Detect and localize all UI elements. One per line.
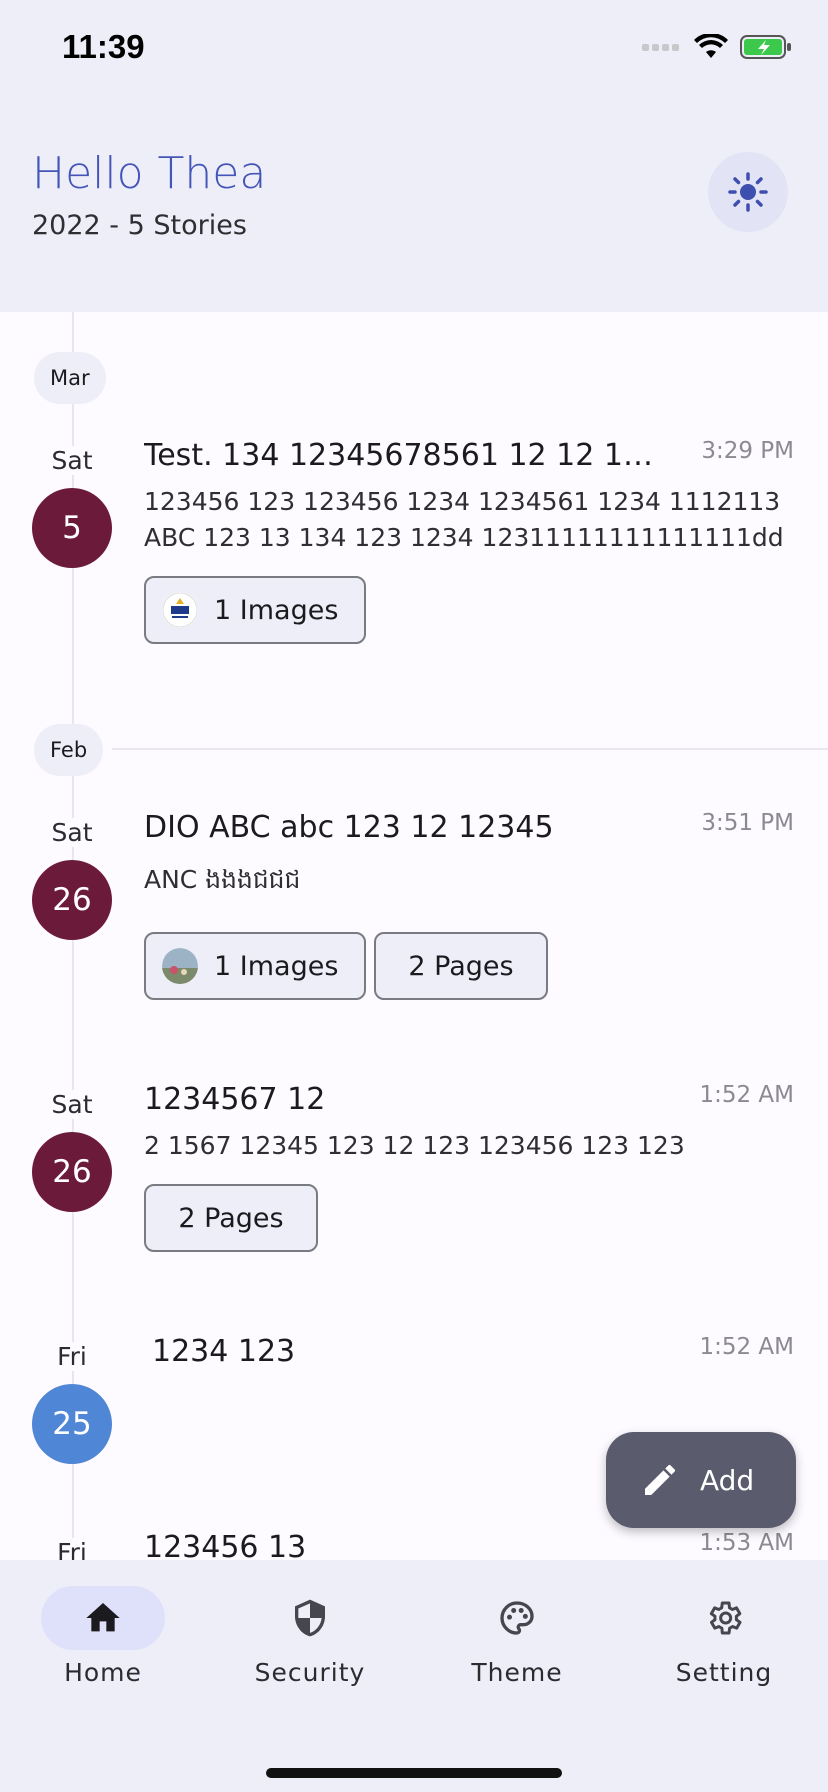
image-thumbnail — [162, 592, 198, 628]
nav-label-security: Security — [254, 1658, 366, 1687]
story-time: 3:29 PM — [701, 438, 794, 464]
month-label-feb: Feb — [34, 724, 104, 776]
story-body: 123456 123 123456 1234 1234561 1234 1112… — [144, 487, 784, 552]
greeting-title: Hello Thea — [32, 148, 267, 199]
shield-icon — [295, 1599, 325, 1637]
status-bar: 11:39 — [0, 0, 828, 100]
nav-label-theme: Theme — [471, 1658, 563, 1687]
pages-chip[interactable]: 2 Pages — [144, 1184, 318, 1252]
story-body: 2 1567 12345 123 12 123 123456 123 123 — [144, 1131, 685, 1160]
story-day-name: Sat — [34, 446, 110, 475]
nav-item-setting[interactable]: Setting — [634, 1586, 814, 1687]
nav-label-home: Home — [64, 1658, 142, 1687]
gear-icon — [709, 1601, 742, 1635]
chip-label: 2 Pages — [408, 950, 514, 982]
story-day-number: 26 — [32, 1132, 112, 1212]
month-divider — [112, 748, 828, 750]
status-icons — [642, 34, 792, 60]
bottom-navigation: Home Security Theme Setting — [0, 1560, 828, 1792]
images-chip[interactable]: 1 Images — [144, 576, 366, 644]
signal-icon — [642, 44, 679, 51]
wifi-icon — [694, 34, 728, 58]
stories-count: 2022 - 5 Stories — [32, 210, 247, 241]
image-thumbnail — [162, 948, 198, 984]
theme-toggle-button[interactable] — [708, 152, 788, 232]
story-day-name: Sat — [34, 1090, 110, 1119]
nav-item-home[interactable]: Home — [13, 1586, 193, 1687]
month-label-mar: Mar — [34, 352, 106, 404]
story-time: 1:53 AM — [699, 1530, 794, 1556]
header: Hello Thea 2022 - 5 Stories — [0, 100, 828, 312]
story-day-name: Fri — [34, 1342, 110, 1371]
status-time: 11:39 — [62, 28, 145, 65]
story-title[interactable]: Test. 134 12345678561 12 12 123 12… — [144, 438, 654, 473]
nav-item-theme[interactable]: Theme — [427, 1586, 607, 1687]
story-title[interactable]: 1234 123 — [152, 1334, 652, 1369]
story-day-number: 5 — [32, 488, 112, 568]
sun-icon — [728, 172, 768, 212]
nav-item-security[interactable]: Security — [220, 1586, 400, 1687]
nav-active-indicator — [41, 1586, 165, 1650]
chip-label: 1 Images — [214, 594, 339, 626]
pencil-icon — [645, 1464, 676, 1495]
nav-icon-container — [662, 1586, 786, 1650]
home-icon — [86, 1603, 120, 1632]
battery-icon — [740, 35, 791, 59]
chip-label: 1 Images — [214, 950, 339, 982]
add-story-button[interactable]: Add — [606, 1432, 796, 1528]
story-day-number: 26 — [32, 860, 112, 940]
nav-label-setting: Setting — [675, 1658, 773, 1687]
story-time: 3:51 PM — [701, 810, 794, 836]
nav-icon-container — [455, 1586, 579, 1650]
pages-chip[interactable]: 2 Pages — [374, 932, 548, 1000]
story-time: 1:52 AM — [699, 1082, 794, 1108]
story-title[interactable]: 1234567 12 — [144, 1082, 654, 1117]
chip-label: 2 Pages — [178, 1202, 284, 1234]
story-title[interactable]: DIO ABC abc 123 12 12345 — [144, 810, 654, 845]
home-indicator[interactable] — [266, 1768, 562, 1778]
palette-icon — [500, 1601, 534, 1635]
story-body: ANC ងងងជជជ — [144, 865, 301, 894]
images-chip[interactable]: 1 Images — [144, 932, 366, 1000]
add-button-label: Add — [700, 1463, 755, 1497]
story-time: 1:52 AM — [699, 1334, 794, 1360]
story-day-number: 25 — [32, 1384, 112, 1464]
nav-icon-container — [248, 1586, 372, 1650]
story-day-name: Sat — [34, 818, 110, 847]
